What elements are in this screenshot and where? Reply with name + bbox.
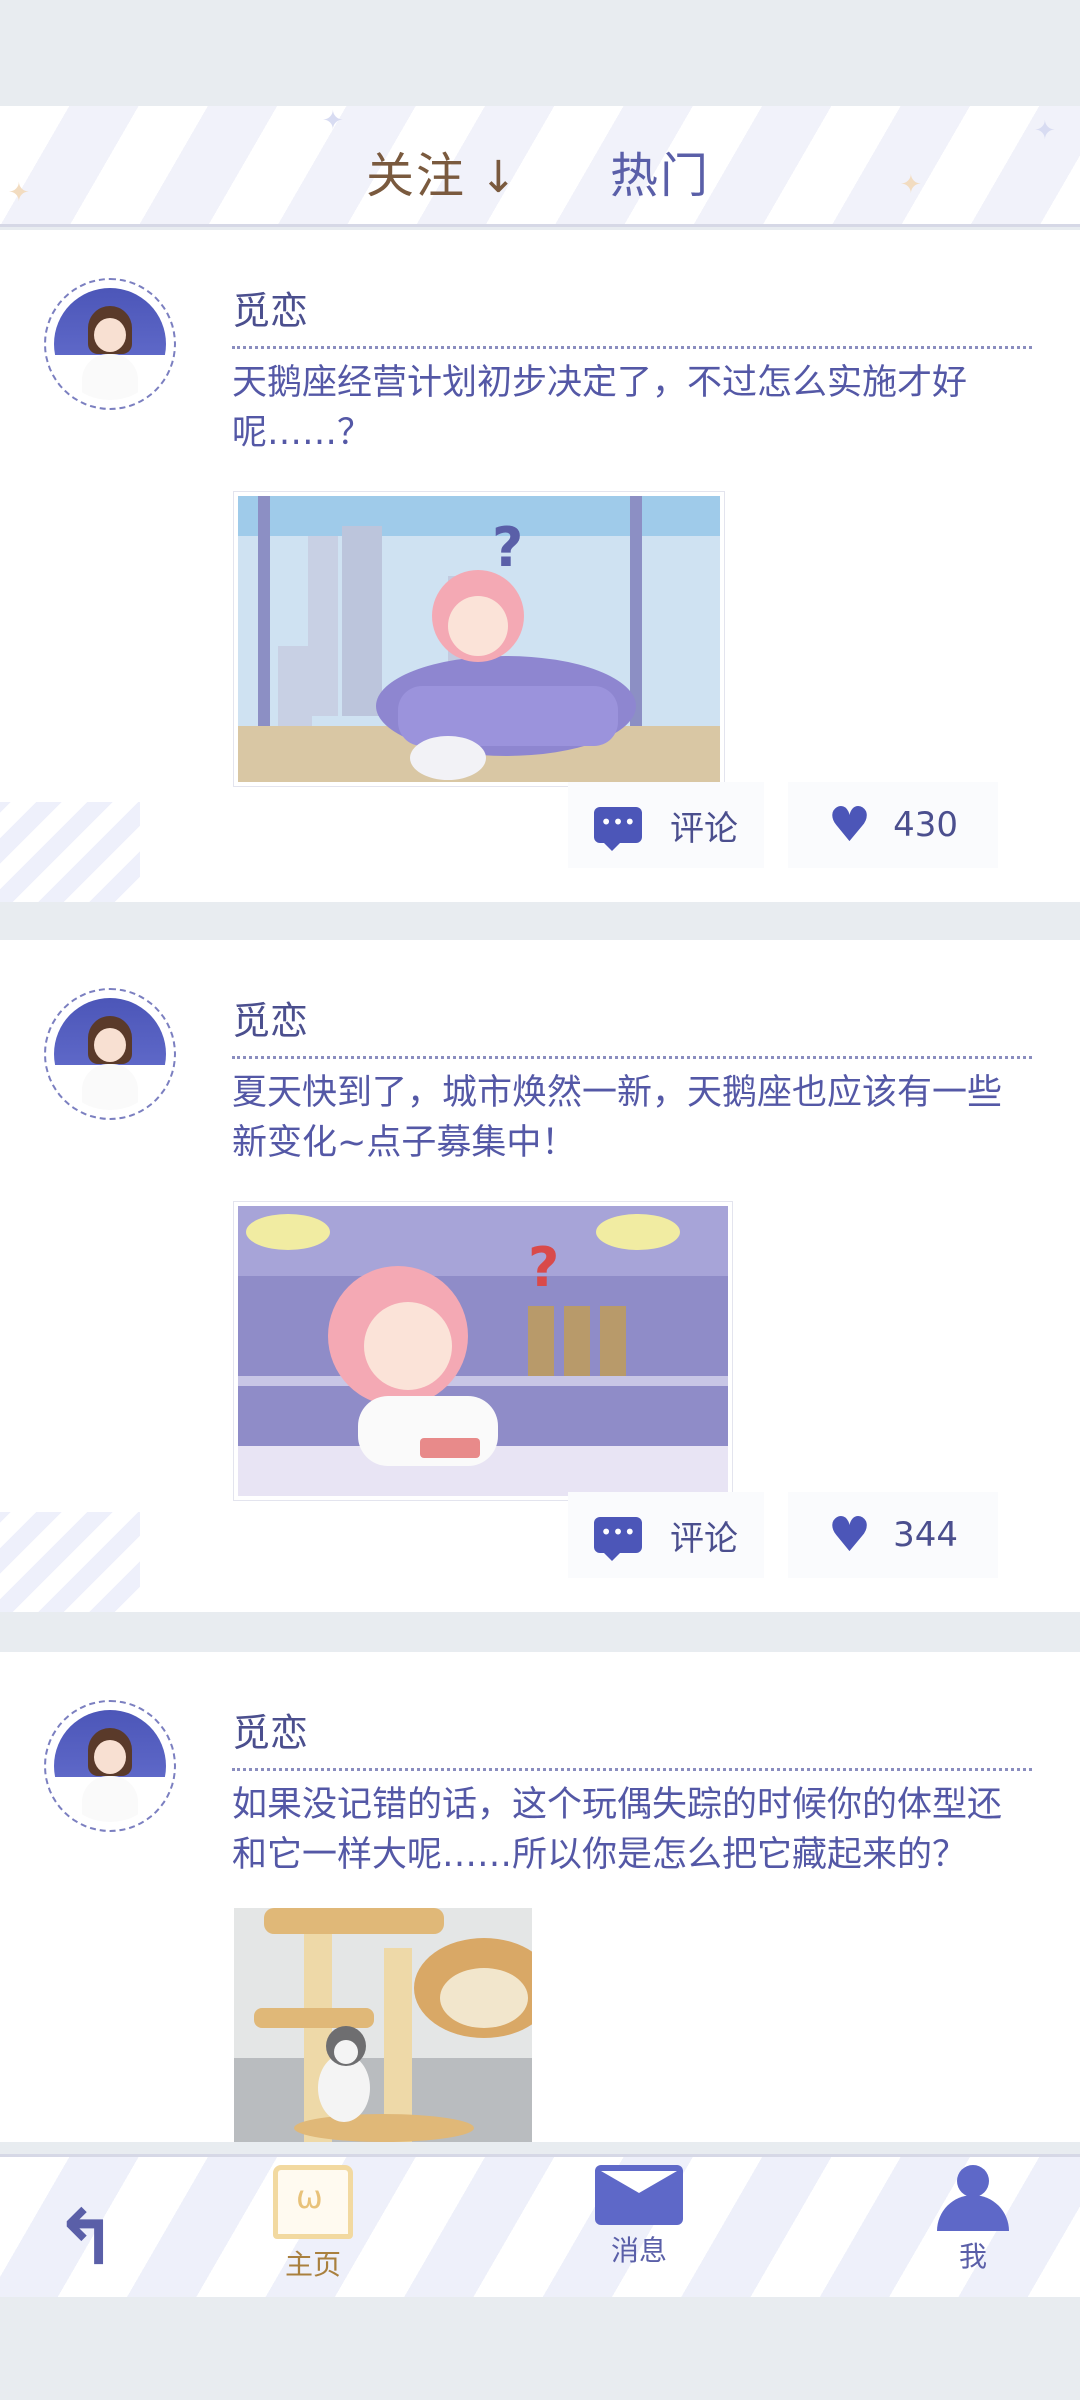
back-button[interactable]: ↰ (54, 2193, 118, 2282)
mail-icon (595, 2165, 683, 2225)
post-image[interactable] (234, 1908, 532, 2142)
nav-home-label: 主页 (284, 2248, 341, 2281)
home-icon (273, 2165, 353, 2239)
post-actions: ••• 评论 ♥ 344 (568, 1492, 1008, 1578)
tab-hot[interactable]: 热门 (610, 136, 710, 206)
sparkle-icon: ✦ (900, 170, 922, 200)
heart-icon: ♥ (828, 1507, 872, 1563)
sparkle-icon: ✦ (1034, 116, 1056, 146)
nav-me[interactable]: 我 (928, 2165, 1018, 2275)
nav-messages-label: 消息 (610, 2234, 667, 2267)
post-author[interactable]: 觅恋 (232, 280, 308, 335)
comment-label: 评论 (670, 1518, 738, 1559)
card-decoration (0, 1512, 140, 1612)
heart-icon: ♥ (828, 797, 872, 853)
comment-button[interactable]: ••• 评论 (568, 782, 764, 868)
sparkle-icon: ✦ (8, 178, 30, 208)
comment-icon: ••• (594, 1517, 642, 1561)
person-icon (933, 2165, 1013, 2231)
post-text: 天鹅座经营计划初步决定了，不过怎么实施才好呢……？ (232, 363, 968, 453)
avatar-image (54, 288, 166, 400)
nav-messages[interactable]: 消息 (592, 2165, 686, 2269)
post-image[interactable]: ? (234, 1202, 732, 1500)
avatar[interactable] (44, 1700, 176, 1832)
top-tab-bar: ✦ ✦ ✦ ✦ 关注 ↓ 热门 (0, 106, 1080, 227)
avatar[interactable] (44, 988, 176, 1120)
card-decoration (0, 802, 140, 902)
post-illustration: ? (238, 496, 720, 782)
like-button[interactable]: ♥ 344 (788, 1492, 998, 1578)
post-author[interactable]: 觅恋 (232, 1702, 308, 1757)
bottom-navigation: ↰ 主页 消息 我 (0, 2154, 1080, 2297)
post-image[interactable]: ? (234, 492, 724, 786)
svg-text:?: ? (528, 1236, 559, 1299)
divider (232, 346, 1032, 349)
avatar-image (54, 998, 166, 1110)
post-author[interactable]: 觅恋 (232, 990, 308, 1045)
tab-follow[interactable]: 关注 ↓ (366, 136, 519, 206)
sparkle-icon: ✦ (322, 106, 344, 136)
post-text: 夏天快到了，城市焕然一新，天鹅座也应该有一些新变化~点子募集中！ (232, 1073, 1003, 1163)
back-arrow-icon: ↰ (54, 2193, 118, 2282)
post-text: 如果没记错的话，这个玩偶失踪的时候你的体型还和它一样大呢……所以你是怎么把它藏起… (232, 1785, 1003, 1875)
post-card: 觅恋 天鹅座经营计划初步决定了，不过怎么实施才好呢……？ ? ••• 评论 ♥ (0, 230, 1080, 902)
svg-text:?: ? (492, 516, 523, 579)
comment-label: 评论 (670, 808, 738, 849)
avatar-image (54, 1710, 166, 1822)
comment-icon: ••• (594, 807, 642, 851)
tab-hot-label: 热门 (610, 148, 711, 204)
comment-button[interactable]: ••• 评论 (568, 1492, 764, 1578)
post-illustration: ? (238, 1206, 728, 1496)
post-illustration (234, 1908, 532, 2142)
tab-follow-label: 关注 (366, 148, 467, 204)
avatar[interactable] (44, 278, 176, 410)
arrow-down-icon: ↓ (480, 152, 519, 203)
divider (232, 1056, 1032, 1059)
like-button[interactable]: ♥ 430 (788, 782, 998, 868)
post-card: 觅恋 夏天快到了，城市焕然一新，天鹅座也应该有一些新变化~点子募集中！ ? ••… (0, 940, 1080, 1612)
post-actions: ••• 评论 ♥ 430 (568, 782, 1008, 868)
nav-me-label: 我 (958, 2240, 987, 2273)
nav-home[interactable]: 主页 (268, 2165, 358, 2283)
like-count: 344 (893, 1515, 958, 1555)
post-card: 觅恋 如果没记错的话，这个玩偶失踪的时候你的体型还和它一样大呢……所以你是怎么把… (0, 1652, 1080, 2142)
like-count: 430 (893, 805, 958, 845)
divider (232, 1768, 1032, 1771)
